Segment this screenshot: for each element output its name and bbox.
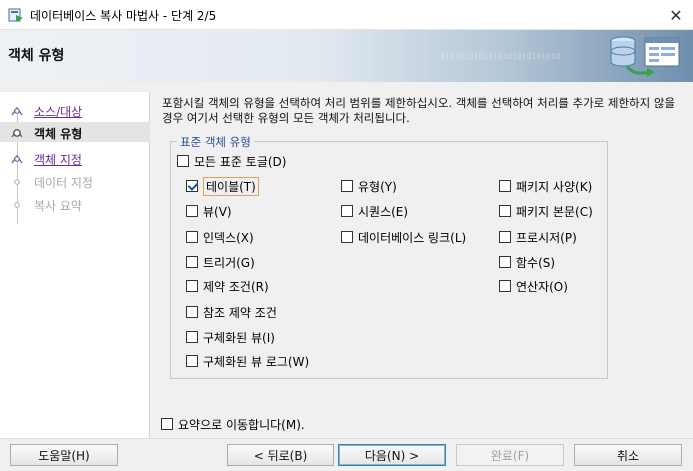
package-bodies-checkbox[interactable]: 패키지 본문(C) <box>499 202 593 220</box>
checkbox-box <box>161 418 173 430</box>
checkbox-label: 구체화된 뷰 로그(W) <box>203 354 310 369</box>
step-current-icon <box>11 128 23 138</box>
checkbox-label: 유형(Y) <box>358 179 397 194</box>
step-label: 객체 지정 <box>34 153 82 167</box>
types-checkbox[interactable]: 유형(Y) <box>341 177 397 195</box>
toggle-all-standard-checkbox[interactable]: 모든 표준 토글(D) <box>177 152 286 170</box>
checkbox-box <box>499 280 511 292</box>
proceed-to-summary-checkbox[interactable]: 요약으로 이동합니다(M). <box>161 415 305 433</box>
database-links-checkbox[interactable]: 데이터베이스 링크(L) <box>341 228 466 246</box>
step-label: 소스/대상 <box>34 105 83 119</box>
checkbox-box <box>499 256 511 268</box>
footer-separator <box>0 438 693 439</box>
checkbox-box <box>186 180 198 192</box>
header-banner: 객체 유형 0101010101010101010101010 <box>0 30 693 82</box>
cancel-button[interactable]: 취소 <box>574 444 682 466</box>
checkbox-box <box>341 180 353 192</box>
page-title: 객체 유형 <box>8 48 65 64</box>
materialized-view-logs-checkbox[interactable]: 구체화된 뷰 로그(W) <box>186 352 309 370</box>
step-done-icon <box>11 154 23 164</box>
views-checkbox[interactable]: 뷰(V) <box>186 202 232 220</box>
operators-checkbox[interactable]: 연산자(O) <box>499 277 568 295</box>
indexes-checkbox[interactable]: 인덱스(X) <box>186 228 254 246</box>
procedures-checkbox[interactable]: 프로시저(P) <box>499 228 577 246</box>
step-copy-summary: 복사 요약 <box>0 194 150 214</box>
checkbox-box <box>186 355 198 367</box>
step-specify-objects[interactable]: 객체 지정 <box>0 148 150 168</box>
checkbox-label: 테이블(T) <box>203 176 259 196</box>
checkbox-label: 요약으로 이동합니다(M). <box>178 417 305 432</box>
checkbox-label: 뷰(V) <box>203 204 232 219</box>
close-icon[interactable]: ✕ <box>659 0 693 30</box>
sequences-checkbox[interactable]: 시퀀스(E) <box>341 202 408 220</box>
checkbox-label: 패키지 본문(C) <box>516 204 593 219</box>
checkbox-box <box>177 155 189 167</box>
step-label: 데이터 지정 <box>34 176 94 190</box>
constraints-checkbox[interactable]: 제약 조건(R) <box>186 277 269 295</box>
standard-object-types-group: 표준 객체 유형 모든 표준 토글(D) 테이블(T) 뷰(V) 인덱스(X) … <box>170 134 608 379</box>
window-title: 데이터베이스 복사 마법사 - 단계 2/5 <box>30 9 217 23</box>
checkbox-box <box>186 256 198 268</box>
checkbox-label: 구체화된 뷰(I) <box>203 330 275 345</box>
checkbox-label: 인덱스(X) <box>203 230 254 245</box>
checkbox-box <box>499 231 511 243</box>
wizard-steps: 소스/대상 객체 유형 객체 지정 데이터 지정 복사 요약 <box>0 92 150 438</box>
finish-button[interactable]: 완료(F) <box>456 444 564 466</box>
step-object-types: 객체 유형 <box>0 122 150 142</box>
instructions-text: 포함시킬 객체의 유형을 선택하여 처리 범위를 제한하십시오. 객체를 선택하… <box>162 96 676 125</box>
title-bar: 데이터베이스 복사 마법사 - 단계 2/5 ✕ <box>0 0 693 30</box>
checkbox-label: 프로시저(P) <box>516 230 577 245</box>
checkbox-box <box>186 306 198 318</box>
checkbox-label: 함수(S) <box>516 255 556 270</box>
materialized-views-checkbox[interactable]: 구체화된 뷰(I) <box>186 328 275 346</box>
group-legend: 표준 객체 유형 <box>177 134 254 150</box>
database-copy-graphic-icon <box>610 36 680 77</box>
checkbox-label: 제약 조건(R) <box>203 279 269 294</box>
checkbox-box <box>499 205 511 217</box>
checkbox-label: 참조 제약 조건 <box>203 305 277 320</box>
help-button[interactable]: 도움말(H) <box>10 444 118 466</box>
checkbox-label: 모든 표준 토글(D) <box>194 154 287 169</box>
functions-checkbox[interactable]: 함수(S) <box>499 253 555 271</box>
checkbox-box <box>186 231 198 243</box>
step-label: 복사 요약 <box>34 199 82 213</box>
back-button[interactable]: < 뒤로(B) <box>227 444 334 466</box>
step-source-target[interactable]: 소스/대상 <box>0 100 150 120</box>
triggers-checkbox[interactable]: 트리거(G) <box>186 253 255 271</box>
checkbox-box <box>341 205 353 217</box>
package-specs-checkbox[interactable]: 패키지 사양(K) <box>499 177 592 195</box>
checkbox-box <box>499 180 511 192</box>
checkbox-label: 시퀀스(E) <box>358 204 409 219</box>
checkbox-box <box>186 205 198 217</box>
step-label: 객체 유형 <box>34 127 83 141</box>
step-done-icon <box>11 106 23 116</box>
banner-binary-decoration: 0101010101010101010101010 <box>440 52 561 61</box>
referential-constraints-checkbox[interactable]: 참조 제약 조건 <box>186 303 277 321</box>
checkbox-label: 연산자(O) <box>516 279 568 294</box>
checkbox-label: 데이터베이스 링크(L) <box>358 230 467 245</box>
step-specify-data: 데이터 지정 <box>0 171 150 191</box>
checkbox-box <box>341 231 353 243</box>
checkbox-label: 트리거(G) <box>203 255 255 270</box>
next-button[interactable]: 다음(N) > <box>338 444 446 466</box>
checkbox-box <box>186 331 198 343</box>
step-pending-icon <box>14 179 20 185</box>
step-pending-icon <box>14 202 20 208</box>
tables-checkbox[interactable]: 테이블(T) <box>186 176 259 196</box>
checkbox-box <box>186 280 198 292</box>
checkbox-label: 패키지 사양(K) <box>516 179 593 194</box>
database-wizard-icon <box>8 8 23 22</box>
